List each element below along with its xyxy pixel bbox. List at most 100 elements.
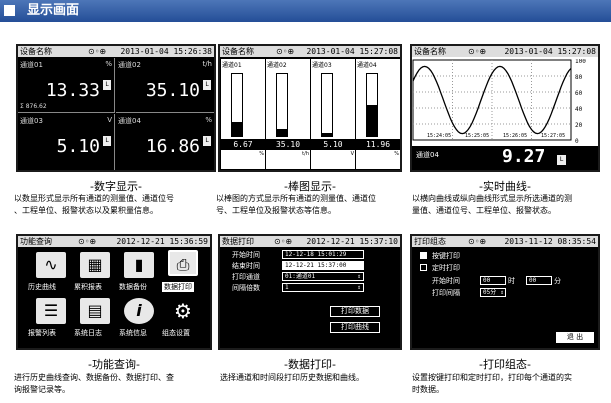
bar-fill bbox=[232, 122, 242, 136]
screen-title-bar: 打印组态 ⊙◦⊕ 2013-11-12 08:35:54 bbox=[412, 236, 598, 247]
datetime: 2013-01-04 15:27:08 bbox=[306, 47, 398, 56]
exit-button[interactable]: 退 出 bbox=[556, 332, 594, 343]
status-icons: ⊙◦⊕ bbox=[276, 47, 295, 56]
channel-value: 13.33 bbox=[45, 80, 100, 101]
bar-pane: 通道02 35.10 t/h bbox=[266, 59, 310, 169]
digital-pane: 通道01 % 13.33 L Σ 876.62 bbox=[18, 58, 115, 113]
screen-title-bar: 功能查询 ⊙◦⊕ 2012-12-21 15:36:59 bbox=[18, 236, 210, 247]
y-tick-label: 40 bbox=[575, 106, 583, 113]
x-tick-label: 15:27:05 bbox=[541, 133, 565, 139]
channel-name: 通道03 bbox=[312, 62, 332, 69]
key-print-checkbox[interactable] bbox=[420, 252, 427, 259]
desc-printcfg: 设置按键打印和定时打印，打印每个通道的实 时数据。 bbox=[412, 372, 572, 396]
channel-value: 35.10 bbox=[145, 80, 200, 101]
backup-icon[interactable]: ▮ bbox=[124, 252, 154, 278]
bar-frame bbox=[276, 73, 288, 137]
interval-select[interactable]: 05分 ⇕ bbox=[480, 288, 506, 297]
menu-label-selected[interactable]: 数据打印 bbox=[162, 282, 194, 292]
desc-digital: 以数显形式显示所有通道的测量值、通道位号 、工程单位、报警状态以及累积量信息。 bbox=[14, 193, 174, 217]
x-tick-label: 15:25:05 bbox=[465, 133, 489, 139]
device-name: 设备名称 bbox=[222, 47, 254, 56]
channel-select[interactable]: 01:通道01 ⇕ bbox=[282, 272, 364, 281]
timed-print-checkbox[interactable] bbox=[420, 264, 427, 271]
channel-unit: t/h bbox=[202, 60, 212, 68]
datetime: 2013-01-04 15:27:08 bbox=[504, 47, 596, 56]
channel-value: 11.96 bbox=[356, 139, 400, 150]
end-time-field[interactable]: 12-12-21 15:37:00 bbox=[282, 261, 364, 270]
interval-label: 间隔倍数 bbox=[232, 284, 260, 292]
channel-value: 6.67 bbox=[221, 139, 265, 150]
status-icons: ⊙◦⊕ bbox=[468, 237, 487, 246]
status-icons: ⊙◦⊕ bbox=[88, 47, 107, 56]
channel-unit: V bbox=[350, 151, 354, 157]
digital-pane: 通道04 % 16.86 L bbox=[116, 114, 214, 170]
minute-unit: 分 bbox=[554, 277, 561, 285]
channel-name: 通道03 bbox=[20, 117, 43, 125]
channel-unit: t/h bbox=[302, 151, 309, 157]
channel-unit: % bbox=[259, 151, 264, 157]
menu-label[interactable]: 报警列表 bbox=[28, 328, 56, 338]
bar-pane: 通道04 11.96 % bbox=[356, 59, 400, 169]
menu-label[interactable]: 历史曲线 bbox=[28, 282, 56, 292]
channel-name: 通道04 bbox=[416, 151, 439, 159]
desc-line: 以横向曲线或纵向曲线形式显示所选通道的测 bbox=[412, 194, 572, 203]
caption-printcfg: -打印组态- bbox=[479, 358, 531, 371]
screen-name: 功能查询 bbox=[20, 237, 52, 246]
start-time-label: 开始时间 bbox=[232, 251, 260, 259]
menu-label[interactable]: 系统信息 bbox=[119, 328, 147, 338]
y-tick-label: 60 bbox=[575, 90, 583, 97]
desc-line: 、工程单位、报警状态以及累积量信息。 bbox=[14, 206, 158, 215]
print-data-button[interactable]: 打印数据 bbox=[330, 306, 380, 317]
screen-title-bar: 设备名称 ⊙◦⊕ 2013-01-04 15:27:08 bbox=[412, 46, 598, 57]
info-icon[interactable]: i bbox=[124, 298, 154, 324]
desc-line: 选择通道和时间段打印历史数据和曲线。 bbox=[220, 373, 364, 382]
start-hour-field[interactable]: 00 bbox=[480, 276, 506, 285]
device-name: 设备名称 bbox=[414, 47, 446, 56]
start-time-field[interactable]: 12-12-18 15:01:29 bbox=[282, 250, 364, 259]
history-curve-icon[interactable]: ∿ bbox=[36, 252, 66, 278]
bar-fill bbox=[322, 132, 332, 136]
curve-plot: 100 80 60 40 20 0 15:24:05 15:25:05 15:26:05 15:… bbox=[412, 59, 586, 143]
hour-unit: 时 bbox=[508, 277, 515, 285]
channel-label: 打印通道 bbox=[232, 273, 260, 281]
screen-curve: 设备名称 ⊙◦⊕ 2013-01-04 15:27:08 100 80 60 40 20… bbox=[410, 44, 600, 172]
log-icon[interactable]: ▤ bbox=[80, 298, 110, 324]
interval-select-value: 1 bbox=[285, 284, 289, 291]
print-curve-button[interactable]: 打印曲线 bbox=[330, 322, 380, 333]
menu-label[interactable]: 数据备份 bbox=[119, 282, 147, 292]
channel-name: 通道01 bbox=[20, 61, 43, 69]
screen-printcfg: 打印组态 ⊙◦⊕ 2013-11-12 08:35:54 按键打印 定时打印 开… bbox=[410, 234, 600, 350]
interval-select-value: 05分 bbox=[483, 289, 497, 296]
datetime: 2012-12-21 15:37:10 bbox=[306, 237, 398, 246]
device-name: 设备名称 bbox=[20, 47, 52, 56]
channel-unit: % bbox=[205, 116, 212, 124]
desc-line: 以棒图的方式显示所有通道的测量值、通道位 bbox=[216, 194, 376, 203]
channel-unit: % bbox=[394, 151, 399, 157]
printer-icon[interactable]: ⎙ bbox=[168, 250, 198, 276]
y-tick-labels: 100 80 60 40 20 0 bbox=[575, 59, 586, 143]
datetime: 2012-12-21 15:36:59 bbox=[116, 237, 208, 246]
screen-print: 数据打印 ⊙◦⊕ 2012-12-21 15:37:10 开始时间 12-12-… bbox=[218, 234, 402, 350]
desc-print: 选择通道和时间段打印历史数据和曲线。 bbox=[220, 372, 364, 384]
menu-label[interactable]: 组态设置 bbox=[162, 328, 190, 338]
start-minute-field[interactable]: 00 bbox=[526, 276, 552, 285]
status-icons: ⊙◦⊕ bbox=[78, 237, 97, 246]
interval-select[interactable]: 1 ⇕ bbox=[282, 283, 364, 292]
screen-title-bar: 设备名称 ⊙◦⊕ 2013-01-04 15:27:08 bbox=[220, 46, 400, 57]
alarm-list-icon[interactable]: ☰ bbox=[36, 298, 66, 324]
channel-name: 通道01 bbox=[222, 62, 242, 69]
header-square-icon bbox=[4, 5, 15, 16]
header-title: 显示画面 bbox=[27, 3, 80, 18]
report-icon[interactable]: ▦ bbox=[80, 252, 110, 278]
dropdown-arrow-icon: ⇕ bbox=[357, 284, 361, 291]
settings-gear-icon[interactable]: ⚙ bbox=[168, 298, 198, 324]
bar-frame bbox=[366, 73, 378, 137]
alarm-flag: L bbox=[557, 155, 566, 165]
alarm-flag: L bbox=[103, 136, 111, 146]
menu-label[interactable]: 系统日志 bbox=[74, 328, 102, 338]
alarm-flag: L bbox=[203, 80, 211, 90]
y-tick-label: 80 bbox=[575, 74, 583, 81]
alarm-flag: L bbox=[203, 136, 211, 146]
menu-label[interactable]: 累积报表 bbox=[74, 282, 102, 292]
screen-bar: 设备名称 ⊙◦⊕ 2013-01-04 15:27:08 通道01 6.67 %… bbox=[218, 44, 402, 172]
